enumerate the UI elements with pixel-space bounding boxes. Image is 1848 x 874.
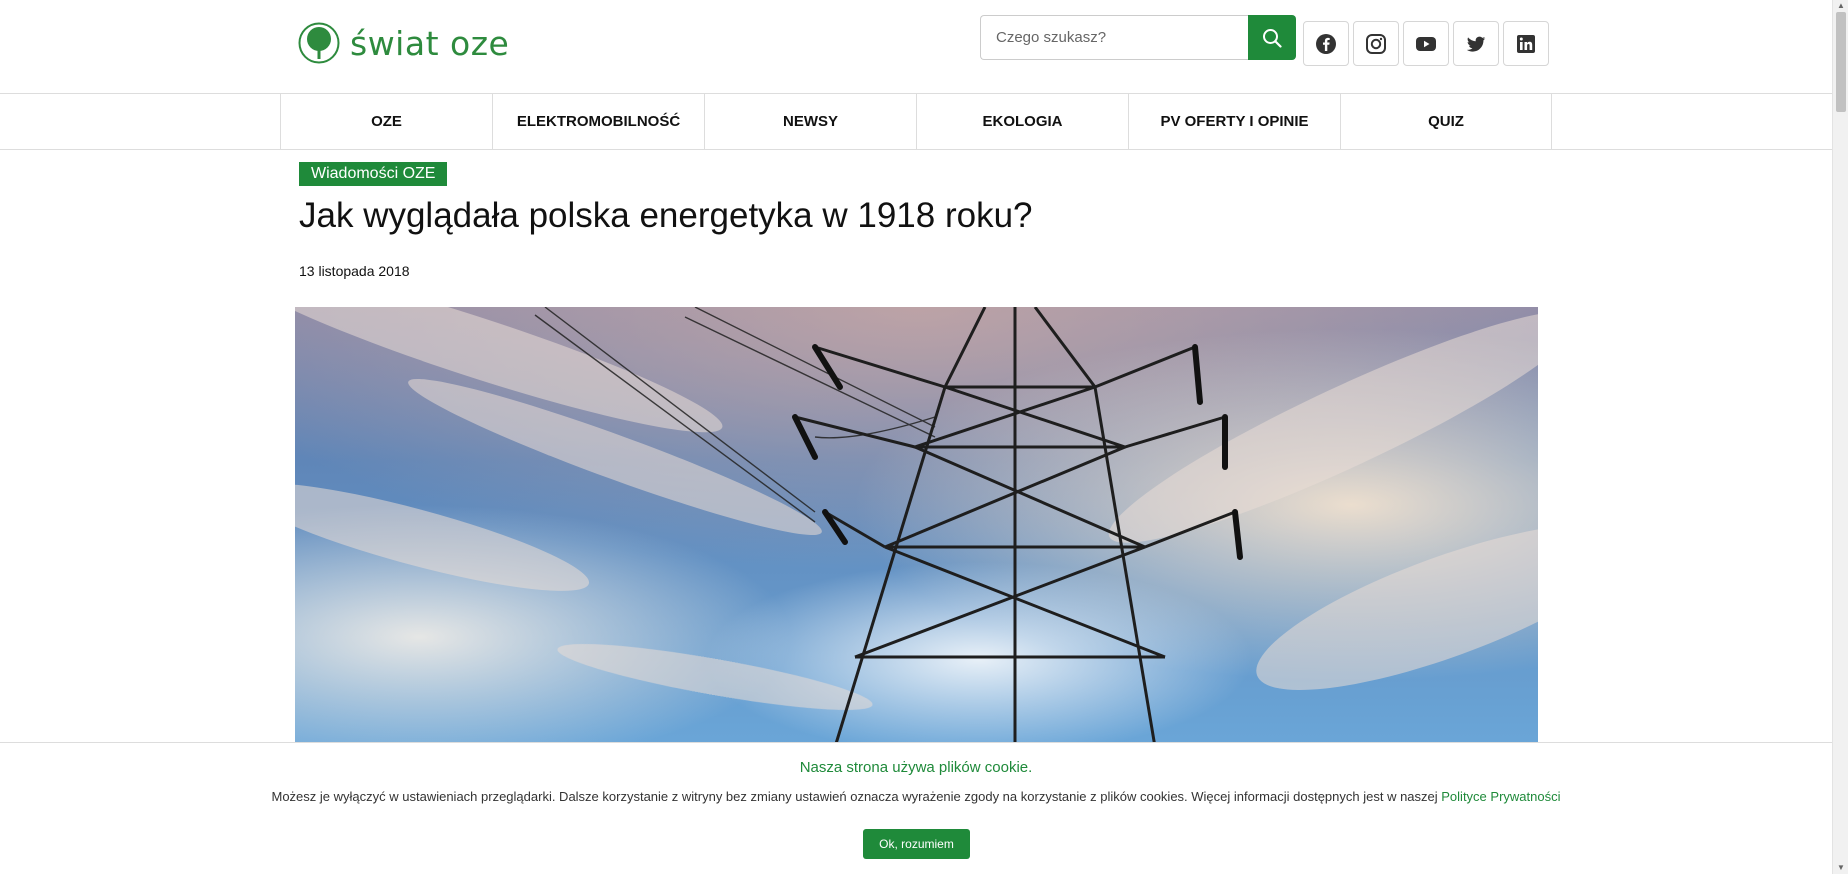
search-button[interactable]	[1248, 15, 1296, 60]
cookie-title: Nasza strona używa plików cookie.	[799, 759, 1033, 776]
nav-item-ekologia[interactable]: EKOLOGIA	[916, 94, 1128, 149]
twitter-icon	[1466, 36, 1486, 52]
nav-item-newsy[interactable]: NEWSY	[704, 94, 916, 149]
tree-logo-icon	[298, 22, 340, 64]
hero-image	[295, 307, 1538, 747]
linkedin-icon	[1517, 34, 1535, 53]
instagram-icon	[1366, 33, 1386, 54]
nav-item-elektromobilnosc[interactable]: ELEKTROMOBILNOŚĆ	[492, 94, 704, 149]
youtube-icon	[1416, 36, 1436, 51]
article-title: Jak wyglądała polska energetyka w 1918 r…	[299, 196, 1033, 235]
nav-item-quiz[interactable]: QUIZ	[1340, 94, 1552, 149]
article-date: 13 listopada 2018	[299, 263, 410, 279]
nav-item-pv-oferty[interactable]: PV OFERTY I OPINIE	[1128, 94, 1340, 149]
power-pylon-image	[295, 307, 1538, 747]
cookie-text: Możesz je wyłączyć w ustawieniach przegl…	[271, 789, 1442, 804]
twitter-link[interactable]	[1453, 21, 1499, 66]
scrollbar-thumb[interactable]	[1836, 12, 1846, 112]
scroll-up-arrow-icon[interactable]: ▲	[1836, 1, 1846, 11]
facebook-icon	[1316, 33, 1336, 54]
search-icon	[1263, 28, 1282, 48]
site-logo[interactable]: świat oze	[298, 22, 509, 64]
search-input[interactable]	[980, 15, 1248, 60]
main-nav: OZE ELEKTROMOBILNOŚĆ NEWSY EKOLOGIA PV O…	[0, 93, 1832, 150]
category-badge[interactable]: Wiadomości OZE	[299, 162, 448, 186]
youtube-link[interactable]	[1403, 21, 1449, 66]
instagram-link[interactable]	[1353, 21, 1399, 66]
page: świat oze Czego szukasz? OZE ELEKTROMOBI…	[0, 0, 1848, 874]
cookie-accept-button[interactable]: Ok, rozumiem	[863, 829, 970, 859]
privacy-policy-link[interactable]: Polityce Prywatności	[1441, 789, 1560, 804]
social-links	[1303, 21, 1549, 66]
site-header: świat oze	[0, 0, 1832, 93]
scroll-down-arrow-icon[interactable]: ▼	[1836, 863, 1846, 873]
search-form	[980, 15, 1296, 60]
logo-text: świat oze	[350, 23, 510, 63]
cookie-banner: Nasza strona używa plików cookie. Możesz…	[0, 742, 1832, 874]
vertical-scrollbar[interactable]: ▲ ▼	[1832, 0, 1848, 874]
nav-item-oze[interactable]: OZE	[280, 94, 492, 149]
facebook-link[interactable]	[1303, 21, 1349, 66]
cookie-text-wrap: Możesz je wyłączyć w ustawieniach przegl…	[0, 789, 1832, 804]
nav-items: OZE ELEKTROMOBILNOŚĆ NEWSY EKOLOGIA PV O…	[280, 94, 1552, 149]
linkedin-link[interactable]	[1503, 21, 1549, 66]
